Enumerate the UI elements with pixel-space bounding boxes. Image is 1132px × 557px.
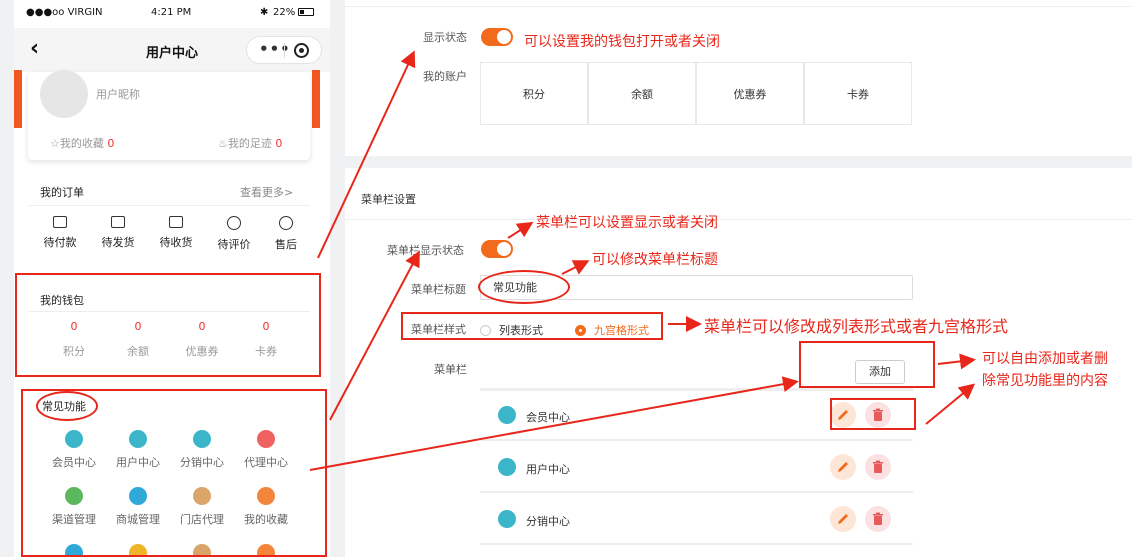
arrow-functions-to-list (309, 376, 799, 471)
screenshot-root: ●●●oo VIRGIN 4:21 PM ✱ 22% ‹ 用户中心 ••• 用户… (0, 0, 1132, 557)
arrow-add-note (937, 353, 976, 370)
annotation-arrows (309, 50, 976, 471)
arrow-menu-toggle-note (507, 221, 534, 239)
arrow-delete-note (925, 383, 976, 425)
arrow-wallet-to-toggle (317, 50, 416, 259)
arrow-functions-to-menu-toggle (329, 250, 420, 421)
arrow-menu-title-note (561, 260, 590, 275)
